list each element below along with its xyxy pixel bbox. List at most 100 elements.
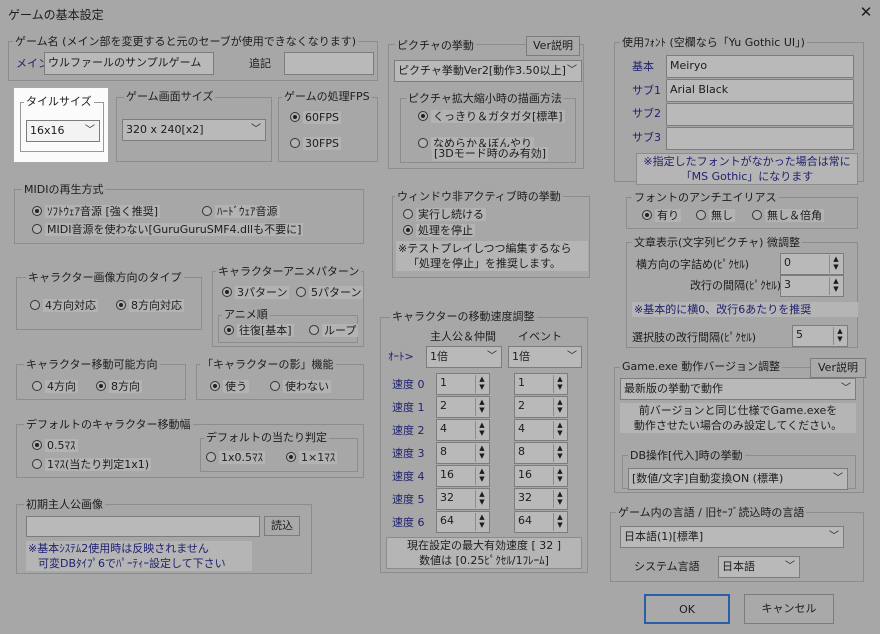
cancel-button[interactable]: キャンセル xyxy=(744,594,834,624)
speed-hero-spinner[interactable]: 64 ▲ ▼ xyxy=(436,511,490,533)
speed-hero-spinner[interactable]: 4 ▲ ▼ xyxy=(436,419,490,441)
inactive-stop-radio[interactable]: 処理を停止 xyxy=(403,224,475,238)
spinner-arrows-icon[interactable]: ▲ ▼ xyxy=(475,467,488,485)
move-dir-8-radio[interactable]: 8方向 xyxy=(96,380,142,394)
version-help-button[interactable]: Ver説明 xyxy=(810,358,866,378)
spinner-arrows-icon[interactable]: ▲ ▼ xyxy=(475,375,488,393)
linegap-spinner[interactable]: 3 ▲ ▼ xyxy=(780,275,844,297)
speed-event-spinner[interactable]: 64 ▲ ▼ xyxy=(514,511,568,533)
speed-value: 64 xyxy=(518,514,532,527)
hit-half-radio[interactable]: 1x0.5ﾏｽ xyxy=(206,451,266,465)
game-name-title: ゲーム名 (メイン部を変更すると元のセーブが使用できなくなります) xyxy=(13,35,359,48)
picture-scale-sharp-radio[interactable]: くっきり＆ガタガタ[標準] xyxy=(418,110,565,124)
spinner-arrows-icon[interactable]: ▲ ▼ xyxy=(553,375,566,393)
speed-event-spinner[interactable]: 1 ▲ ▼ xyxy=(514,373,568,395)
spinner-arrows-icon[interactable]: ▲ ▼ xyxy=(833,327,846,345)
midi-software-radio[interactable]: ｿﾌﾄｳｪｱ音源 [強く推奨] xyxy=(32,205,161,219)
speed-event-spinner[interactable]: 4 ▲ ▼ xyxy=(514,419,568,441)
close-button[interactable]: ✕ xyxy=(856,2,876,22)
picture-mode-select[interactable]: ピクチャ挙動Ver2[動作3.50以上] ﹀ xyxy=(394,60,582,82)
speed-value: 4 xyxy=(518,422,525,435)
antialias-on-radio[interactable]: 有り xyxy=(642,209,681,223)
speed-hero-spinner[interactable]: 32 ▲ ▼ xyxy=(436,488,490,510)
font-sub1-input[interactable]: Arial Black xyxy=(666,79,854,102)
char-anim-3-radio[interactable]: 3パターン xyxy=(222,286,290,300)
picture-help-button[interactable]: Ver説明 xyxy=(526,36,580,56)
spinner-arrows-icon[interactable]: ▲ ▼ xyxy=(475,421,488,439)
speed-auto-hero-select[interactable]: 1倍 ﹀ xyxy=(426,346,502,368)
speed-row-label: 速度 5 xyxy=(392,493,425,506)
spinner-arrows-icon[interactable]: ▲ ▼ xyxy=(829,255,842,273)
spinner-arrows-icon[interactable]: ▲ ▼ xyxy=(553,421,566,439)
spinner-arrows-icon[interactable]: ▲ ▼ xyxy=(475,513,488,531)
choice-gap-spinner[interactable]: 5 ▲ ▼ xyxy=(792,325,848,347)
hit-full-radio[interactable]: 1×1ﾏｽ xyxy=(286,451,338,465)
initial-hero-load-button[interactable]: 読込 xyxy=(264,516,300,536)
speed-hero-spinner[interactable]: 8 ▲ ▼ xyxy=(436,442,490,464)
font-sub3-input[interactable] xyxy=(666,127,854,150)
chevron-down-icon: ﹀ xyxy=(841,383,851,394)
fps-30-radio[interactable]: 30FPS xyxy=(290,137,341,151)
spinner-arrows-icon[interactable]: ▲ ▼ xyxy=(475,398,488,416)
speed-hero-spinner[interactable]: 16 ▲ ▼ xyxy=(436,465,490,487)
shadow-nouse-radio[interactable]: 使わない xyxy=(270,380,331,394)
spinner-arrows-icon[interactable]: ▲ ▼ xyxy=(553,444,566,462)
hspace-spinner[interactable]: 0 ▲ ▼ xyxy=(780,253,844,275)
midi-hardware-radio[interactable]: ﾊｰﾄﾞｳｪｱ音源 xyxy=(202,205,280,219)
speed-event-spinner[interactable]: 8 ▲ ▼ xyxy=(514,442,568,464)
spinner-arrows-icon[interactable]: ▲ ▼ xyxy=(475,490,488,508)
hspace-label: 横方向の字詰め(ﾋﾟｸｾﾙ) xyxy=(636,258,750,271)
speed-hero-spinner[interactable]: 1 ▲ ▼ xyxy=(436,373,490,395)
char-dir-8-radio[interactable]: 8方向対応 xyxy=(116,299,184,313)
version-select[interactable]: 最新版の挙動で動作 ﹀ xyxy=(620,378,856,400)
inactive-continue-radio[interactable]: 実行し続ける xyxy=(403,208,486,222)
midi-none-radio[interactable]: MIDI音源を使わない[GuruGuruSMF4.dllも不要に] xyxy=(32,223,304,237)
anim-order-title: アニメ順 xyxy=(222,308,270,321)
initial-hero-title: 初期主人公画像 xyxy=(24,498,105,511)
tile-size-select[interactable]: 16x16 ﹀ xyxy=(26,120,100,142)
chevron-down-icon: ﹀ xyxy=(85,125,95,136)
system-language-value: 日本語 xyxy=(722,560,755,573)
font-basic-input[interactable]: Meiryo xyxy=(666,55,854,78)
picture-mode-value: ピクチャ挙動Ver2[動作3.50以上] xyxy=(398,64,566,77)
anim-order-loop-radio[interactable]: ループ xyxy=(309,324,359,338)
spinner-arrows-icon[interactable]: ▲ ▼ xyxy=(553,513,566,531)
system-language-select[interactable]: 日本語 ﹀ xyxy=(718,556,800,578)
move-dir-4-radio[interactable]: 4方向 xyxy=(32,380,78,394)
db-select[interactable]: [数値/文字]自動変換ON (標準) ﹀ xyxy=(628,468,848,490)
game-name-main-input[interactable]: ウルファールのサンプルゲーム xyxy=(44,52,214,75)
move-width-one-radio[interactable]: 1ﾏｽ(当たり判定1x1) xyxy=(32,458,152,472)
antialias-double-radio[interactable]: 無し＆倍角 xyxy=(752,209,824,223)
speed-row-label: 速度 0 xyxy=(392,378,425,391)
spinner-arrows-icon[interactable]: ▲ ▼ xyxy=(553,398,566,416)
char-anim-5-radio[interactable]: 5パターン xyxy=(296,286,364,300)
shadow-use-radio[interactable]: 使う xyxy=(210,380,249,394)
fps-60-radio[interactable]: 60FPS xyxy=(290,111,341,125)
spinner-arrows-icon[interactable]: ▲ ▼ xyxy=(553,490,566,508)
spinner-arrows-icon[interactable]: ▲ ▼ xyxy=(553,467,566,485)
initial-hero-input[interactable] xyxy=(26,516,260,537)
speed-event-spinner[interactable]: 2 ▲ ▼ xyxy=(514,396,568,418)
move-width-half-radio[interactable]: 0.5ﾏｽ xyxy=(32,439,78,453)
language-select[interactable]: 日本語(1)[標準] ﹀ xyxy=(620,526,844,548)
shadow-title: 「キャラクターの影」機能 xyxy=(200,358,336,371)
tile-size-value: 16x16 xyxy=(30,124,65,137)
antialias-off-radio[interactable]: 無し xyxy=(696,209,735,223)
speed-value: 32 xyxy=(440,491,454,504)
speed-auto-event-select[interactable]: 1倍 ﹀ xyxy=(508,346,582,368)
move-width-title: デフォルトのキャラクター移動幅 xyxy=(24,418,193,431)
screen-size-value: 320 x 240[x2] xyxy=(126,123,204,136)
speed-event-spinner[interactable]: 32 ▲ ▼ xyxy=(514,488,568,510)
spinner-arrows-icon[interactable]: ▲ ▼ xyxy=(829,277,842,295)
anim-order-roundtrip-radio[interactable]: 往復[基本] xyxy=(224,324,294,338)
font-sub2-input[interactable] xyxy=(666,103,854,126)
text-display-note: ※基本的に横0、改行6あたりを推奨 xyxy=(632,302,858,317)
game-name-append-input[interactable] xyxy=(284,52,374,75)
char-dir-4-radio[interactable]: 4方向対応 xyxy=(30,299,98,313)
speed-event-spinner[interactable]: 16 ▲ ▼ xyxy=(514,465,568,487)
ok-button[interactable]: OK xyxy=(644,594,730,624)
screen-size-select[interactable]: 320 x 240[x2] ﹀ xyxy=(122,119,266,141)
speed-hero-spinner[interactable]: 2 ▲ ▼ xyxy=(436,396,490,418)
fps-title: ゲームの処理FPS xyxy=(282,90,372,103)
spinner-arrows-icon[interactable]: ▲ ▼ xyxy=(475,444,488,462)
